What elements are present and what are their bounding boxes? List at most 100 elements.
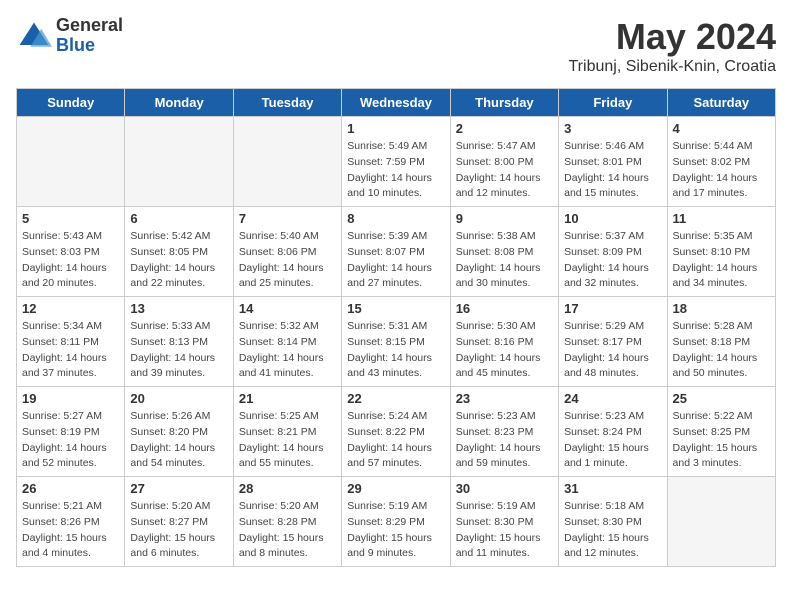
calendar-cell: 8 Sunrise: 5:39 AMSunset: 8:07 PMDaylight… xyxy=(342,207,450,297)
day-number: 2 xyxy=(456,121,553,136)
day-number: 15 xyxy=(347,301,444,316)
week-row-3: 12 Sunrise: 5:34 AMSunset: 8:11 PMDayligh… xyxy=(17,297,776,387)
day-number: 19 xyxy=(22,391,119,406)
logo-text: General Blue xyxy=(56,16,123,56)
calendar-cell: 12 Sunrise: 5:34 AMSunset: 8:11 PMDayligh… xyxy=(17,297,125,387)
week-row-4: 19 Sunrise: 5:27 AMSunset: 8:19 PMDayligh… xyxy=(17,387,776,477)
calendar-cell: 29 Sunrise: 5:19 AMSunset: 8:29 PMDayligh… xyxy=(342,477,450,567)
logo-icon xyxy=(16,18,52,54)
calendar-cell xyxy=(17,117,125,207)
calendar-cell xyxy=(233,117,341,207)
day-info: Sunrise: 5:19 AMSunset: 8:29 PMDaylight:… xyxy=(347,499,444,562)
page-header: General Blue May 2024 Tribunj, Sibenik-K… xyxy=(16,16,776,76)
weekday-header-monday: Monday xyxy=(125,89,233,117)
day-info: Sunrise: 5:24 AMSunset: 8:22 PMDaylight:… xyxy=(347,409,444,472)
calendar-cell: 13Sunrise: 5:33 AMSunset: 8:13 PMDayligh… xyxy=(125,297,233,387)
day-number: 24 xyxy=(564,391,661,406)
calendar-subtitle: Tribunj, Sibenik-Knin, Croatia xyxy=(569,58,777,76)
day-number: 20 xyxy=(130,391,227,406)
day-number: 30 xyxy=(456,481,553,496)
day-info: Sunrise: 5:31 AMSunset: 8:15 PMDaylight:… xyxy=(347,319,444,382)
day-info: Sunrise: 5:27 AMSunset: 8:19 PMDaylight:… xyxy=(22,409,119,472)
day-info: Sunrise: 5:30 AMSunset: 8:16 PMDaylight:… xyxy=(456,319,553,382)
day-number: 4 xyxy=(673,121,770,136)
calendar-cell: 26 Sunrise: 5:21 AMSunset: 8:26 PMDayligh… xyxy=(17,477,125,567)
day-info: Sunrise: 5:34 AMSunset: 8:11 PMDaylight:… xyxy=(22,319,119,382)
calendar-cell: 10 Sunrise: 5:37 AMSunset: 8:09 PMDayligh… xyxy=(559,207,667,297)
calendar-cell: 11Sunrise: 5:35 AMSunset: 8:10 PMDayligh… xyxy=(667,207,775,297)
day-info: Sunrise: 5:40 AMSunset: 8:06 PMDaylight:… xyxy=(239,229,336,292)
day-info: Sunrise: 5:39 AMSunset: 8:07 PMDaylight:… xyxy=(347,229,444,292)
calendar-cell: 2 Sunrise: 5:47 AMSunset: 8:00 PMDaylight… xyxy=(450,117,558,207)
day-info: Sunrise: 5:21 AMSunset: 8:26 PMDaylight:… xyxy=(22,499,119,562)
day-info: Sunrise: 5:38 AMSunset: 8:08 PMDaylight:… xyxy=(456,229,553,292)
weekday-header-wednesday: Wednesday xyxy=(342,89,450,117)
day-number: 9 xyxy=(456,211,553,226)
week-row-5: 26 Sunrise: 5:21 AMSunset: 8:26 PMDayligh… xyxy=(17,477,776,567)
calendar-table: SundayMondayTuesdayWednesdayThursdayFrid… xyxy=(16,88,776,567)
day-number: 23 xyxy=(456,391,553,406)
day-number: 27 xyxy=(130,481,227,496)
day-number: 28 xyxy=(239,481,336,496)
calendar-cell: 15 Sunrise: 5:31 AMSunset: 8:15 PMDayligh… xyxy=(342,297,450,387)
logo-blue-text: Blue xyxy=(56,36,123,56)
calendar-cell: 19 Sunrise: 5:27 AMSunset: 8:19 PMDayligh… xyxy=(17,387,125,477)
calendar-cell: 21Sunrise: 5:25 AMSunset: 8:21 PMDayligh… xyxy=(233,387,341,477)
weekday-header-tuesday: Tuesday xyxy=(233,89,341,117)
day-number: 10 xyxy=(564,211,661,226)
calendar-cell: 14 Sunrise: 5:32 AMSunset: 8:14 PMDayligh… xyxy=(233,297,341,387)
day-info: Sunrise: 5:43 AMSunset: 8:03 PMDaylight:… xyxy=(22,229,119,292)
calendar-cell: 27Sunrise: 5:20 AMSunset: 8:27 PMDayligh… xyxy=(125,477,233,567)
day-info: Sunrise: 5:23 AMSunset: 8:24 PMDaylight:… xyxy=(564,409,661,472)
calendar-cell: 20Sunrise: 5:26 AMSunset: 8:20 PMDayligh… xyxy=(125,387,233,477)
day-number: 8 xyxy=(347,211,444,226)
week-row-2: 5Sunrise: 5:43 AMSunset: 8:03 PMDaylight… xyxy=(17,207,776,297)
day-number: 29 xyxy=(347,481,444,496)
calendar-cell: 25 Sunrise: 5:22 AMSunset: 8:25 PMDayligh… xyxy=(667,387,775,477)
calendar-cell: 30Sunrise: 5:19 AMSunset: 8:30 PMDayligh… xyxy=(450,477,558,567)
day-info: Sunrise: 5:22 AMSunset: 8:25 PMDaylight:… xyxy=(673,409,770,472)
title-block: May 2024 Tribunj, Sibenik-Knin, Croatia xyxy=(569,16,777,76)
day-number: 25 xyxy=(673,391,770,406)
calendar-cell xyxy=(667,477,775,567)
weekday-header-saturday: Saturday xyxy=(667,89,775,117)
calendar-cell: 18 Sunrise: 5:28 AMSunset: 8:18 PMDayligh… xyxy=(667,297,775,387)
day-info: Sunrise: 5:44 AMSunset: 8:02 PMDaylight:… xyxy=(673,139,770,202)
day-number: 3 xyxy=(564,121,661,136)
calendar-cell: 17Sunrise: 5:29 AMSunset: 8:17 PMDayligh… xyxy=(559,297,667,387)
day-info: Sunrise: 5:46 AMSunset: 8:01 PMDaylight:… xyxy=(564,139,661,202)
day-info: Sunrise: 5:33 AMSunset: 8:13 PMDaylight:… xyxy=(130,319,227,382)
day-info: Sunrise: 5:18 AMSunset: 8:30 PMDaylight:… xyxy=(564,499,661,562)
day-number: 14 xyxy=(239,301,336,316)
day-info: Sunrise: 5:23 AMSunset: 8:23 PMDaylight:… xyxy=(456,409,553,472)
logo-general-text: General xyxy=(56,16,123,36)
calendar-cell: 22 Sunrise: 5:24 AMSunset: 8:22 PMDayligh… xyxy=(342,387,450,477)
calendar-cell: 1 Sunrise: 5:49 AMSunset: 7:59 PMDaylight… xyxy=(342,117,450,207)
calendar-cell: 28 Sunrise: 5:20 AMSunset: 8:28 PMDayligh… xyxy=(233,477,341,567)
day-number: 16 xyxy=(456,301,553,316)
day-info: Sunrise: 5:28 AMSunset: 8:18 PMDaylight:… xyxy=(673,319,770,382)
day-info: Sunrise: 5:37 AMSunset: 8:09 PMDaylight:… xyxy=(564,229,661,292)
day-info: Sunrise: 5:47 AMSunset: 8:00 PMDaylight:… xyxy=(456,139,553,202)
day-info: Sunrise: 5:35 AMSunset: 8:10 PMDaylight:… xyxy=(673,229,770,292)
weekday-header-sunday: Sunday xyxy=(17,89,125,117)
day-number: 22 xyxy=(347,391,444,406)
calendar-cell: 9 Sunrise: 5:38 AMSunset: 8:08 PMDaylight… xyxy=(450,207,558,297)
day-number: 18 xyxy=(673,301,770,316)
calendar-cell: 7 Sunrise: 5:40 AMSunset: 8:06 PMDaylight… xyxy=(233,207,341,297)
calendar-cell: 16 Sunrise: 5:30 AMSunset: 8:16 PMDayligh… xyxy=(450,297,558,387)
day-info: Sunrise: 5:49 AMSunset: 7:59 PMDaylight:… xyxy=(347,139,444,202)
day-info: Sunrise: 5:20 AMSunset: 8:28 PMDaylight:… xyxy=(239,499,336,562)
day-number: 12 xyxy=(22,301,119,316)
day-number: 17 xyxy=(564,301,661,316)
day-number: 7 xyxy=(239,211,336,226)
day-number: 26 xyxy=(22,481,119,496)
calendar-cell: 23 Sunrise: 5:23 AMSunset: 8:23 PMDayligh… xyxy=(450,387,558,477)
day-number: 6 xyxy=(130,211,227,226)
weekday-header-thursday: Thursday xyxy=(450,89,558,117)
calendar-title: May 2024 xyxy=(569,16,777,58)
day-info: Sunrise: 5:32 AMSunset: 8:14 PMDaylight:… xyxy=(239,319,336,382)
calendar-cell: 5Sunrise: 5:43 AMSunset: 8:03 PMDaylight… xyxy=(17,207,125,297)
calendar-cell: 24 Sunrise: 5:23 AMSunset: 8:24 PMDayligh… xyxy=(559,387,667,477)
day-number: 1 xyxy=(347,121,444,136)
